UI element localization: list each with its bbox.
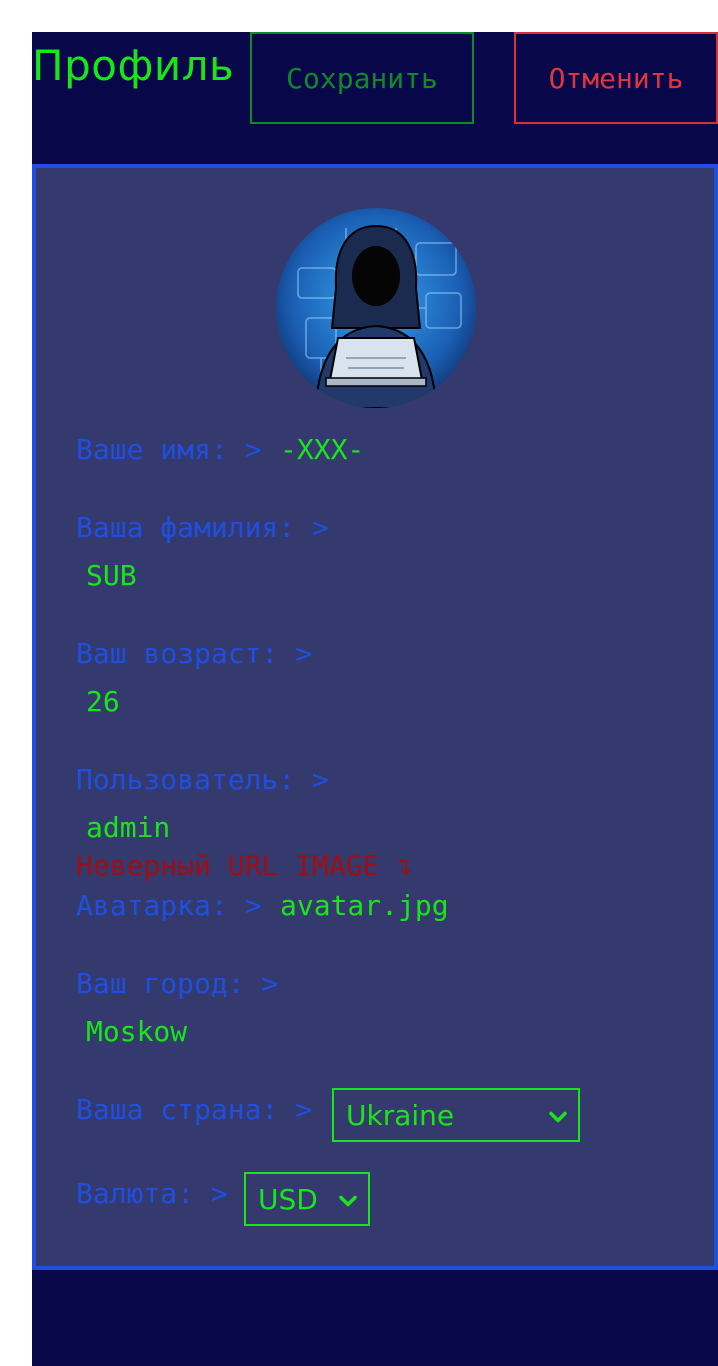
currency-label: Валюта: > [76, 1177, 228, 1210]
country-select[interactable]: Ukraine [332, 1088, 580, 1142]
avatar [276, 208, 476, 408]
name-value[interactable]: -XXX- [280, 433, 364, 467]
country-label: Ваша страна: > [76, 1093, 313, 1126]
hooded-hacker-avatar [276, 208, 476, 408]
city-label: Ваш город: > [76, 967, 279, 1000]
chevron-down-icon [338, 1183, 358, 1216]
save-button[interactable]: Сохранить [250, 32, 474, 124]
image-url-error: Неверный URL IMAGE ↴ [76, 849, 414, 882]
avatar-value[interactable]: avatar.jpg [280, 889, 449, 923]
chevron-down-icon [548, 1099, 568, 1132]
currency-select[interactable]: USD [244, 1172, 370, 1226]
age-label: Ваш возраст: > [76, 637, 313, 670]
user-value[interactable]: admin [86, 811, 170, 845]
country-select-value: Ukraine [346, 1098, 455, 1132]
surname-label: Ваша фамилия: > [76, 511, 329, 544]
user-label: Пользователь: > [76, 763, 329, 796]
page-title: Профиль [32, 41, 235, 90]
surname-value[interactable]: SUB [86, 559, 137, 593]
profile-panel: Ваше имя: > -XXX- Ваша фамилия: > SUB Ва… [32, 164, 718, 1270]
name-label: Ваше имя: > [76, 433, 262, 466]
avatar-label: Аватарка: > [76, 889, 262, 922]
currency-select-value: USD [258, 1182, 318, 1216]
cancel-button[interactable]: Отменить [514, 32, 718, 124]
age-value[interactable]: 26 [86, 685, 120, 719]
city-value[interactable]: Moskow [86, 1015, 187, 1049]
profile-app: Профиль Сохранить Отменить Ваше имя: > -… [32, 32, 718, 1366]
